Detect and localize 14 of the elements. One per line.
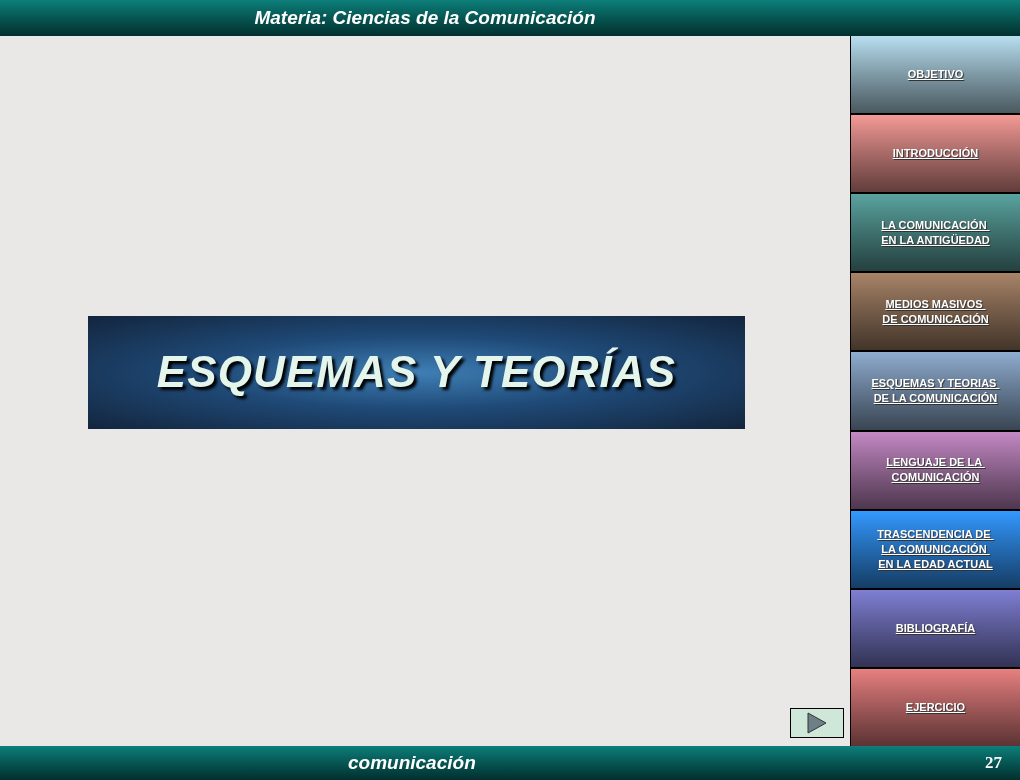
menu-link[interactable]: TRASCENDENCIA DE LA COMUNICACIÓN EN LA EDAD ACTUAL [851, 510, 1020, 588]
next-button[interactable] [790, 708, 844, 738]
menu-link[interactable]: EJERCICIO [851, 668, 1020, 746]
menu-link[interactable]: BIBLIOGRAFÍA [851, 589, 1020, 667]
menu-link[interactable]: LA COMUNICACIÓN EN LA ANTIGÜEDAD [851, 194, 1020, 272]
menu-link[interactable]: INTRODUCCIÓN [851, 115, 1020, 193]
footer-title: comunicación [348, 750, 476, 775]
menu-link[interactable]: ESQUEMAS Y TEORIAS DE LA COMUNICACIÓN [851, 352, 1020, 430]
menu-link[interactable]: MEDIOS MASIVOS DE COMUNICACIÓN [851, 273, 1020, 351]
header-title: Materia: Ciencias de la Comunicación [254, 5, 596, 30]
page-number: 27 [985, 752, 1002, 775]
play-arrow-icon [806, 712, 828, 734]
menu-link[interactable]: LENGUAJE DE LA COMUNICACIÓN [851, 431, 1020, 509]
banner-title: ESQUEMAS Y TEORÍAS [156, 346, 677, 398]
